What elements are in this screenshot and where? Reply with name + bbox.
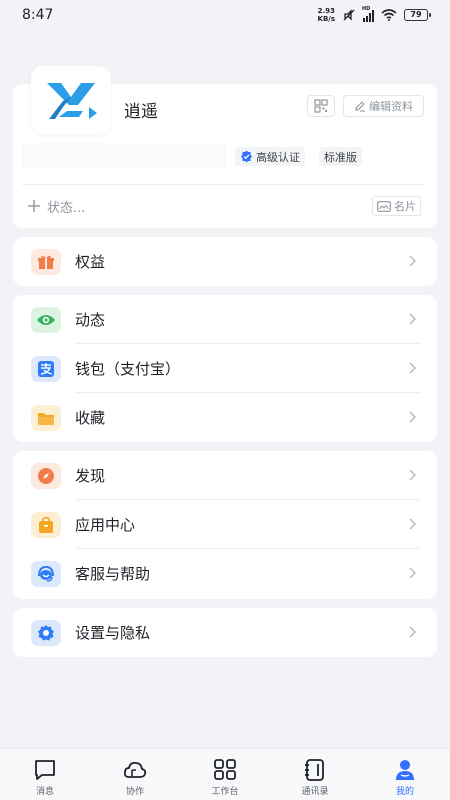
qr-code-button[interactable] [307, 95, 335, 117]
yl-logo-icon [47, 83, 97, 119]
message-icon [35, 760, 55, 780]
business-card-label: 名片 [394, 200, 416, 213]
signal-icon: HD [362, 5, 374, 22]
avatar[interactable] [31, 66, 111, 134]
business-card-button[interactable]: 名片 [372, 196, 421, 216]
menu-group-settings: 设置与隐私 [13, 608, 437, 657]
hd-label: HD [362, 5, 371, 12]
folder-icon [31, 405, 61, 431]
headset-icon [31, 561, 61, 587]
gift-icon [31, 249, 61, 275]
status-placeholder: 状态... [47, 200, 86, 216]
edition-badge[interactable]: 标准版 [319, 147, 362, 166]
nav-tab-me[interactable]: 我的 [360, 749, 450, 800]
chevron-right-icon [409, 469, 417, 481]
menu-item-wallet[interactable]: 钱包（支付宝） [13, 344, 437, 393]
nav-label: 消息 [35, 787, 54, 797]
person-icon [396, 760, 414, 780]
nav-tab-messages[interactable]: 消息 [0, 749, 90, 800]
chevron-right-icon [409, 626, 417, 638]
menu-item-discover[interactable]: 发现 [13, 451, 437, 500]
battery-indicator: 79 [404, 9, 431, 21]
menu-label: 客服与帮助 [75, 565, 151, 583]
card-icon [377, 200, 391, 212]
menu-item-help[interactable]: 客服与帮助 [13, 549, 437, 598]
pencil-icon [355, 101, 365, 112]
menu-label: 动态 [75, 311, 106, 329]
nav-label: 我的 [395, 787, 414, 797]
qr-code-icon [314, 99, 328, 113]
nav-label: 工作台 [211, 787, 239, 797]
verified-icon [241, 150, 252, 163]
wifi-icon [381, 9, 397, 21]
chevron-right-icon [409, 255, 417, 267]
chevron-right-icon [409, 567, 417, 579]
divider [22, 184, 424, 185]
certification-badge[interactable]: 高级认证 [235, 147, 305, 166]
chevron-right-icon [409, 518, 417, 530]
status-time: 8:47 [22, 7, 54, 23]
contacts-icon [305, 759, 324, 781]
masked-info [22, 143, 227, 169]
compass-icon [31, 463, 61, 489]
nav-tab-workbench[interactable]: 工作台 [180, 749, 270, 800]
menu-group-personal: 动态 钱包（支付宝） 收藏 [13, 295, 437, 442]
edit-profile-button[interactable]: 编辑资料 [343, 95, 424, 117]
nav-label: 协作 [125, 787, 144, 797]
chevron-right-icon [409, 411, 417, 423]
grid-icon [214, 759, 236, 780]
chevron-right-icon [409, 362, 417, 374]
menu-label: 收藏 [75, 409, 106, 427]
menu-label: 设置与隐私 [75, 624, 151, 642]
alipay-icon [31, 356, 61, 382]
bag-icon [31, 512, 61, 538]
status-icons: 2.93 KB/s HD 79 [317, 5, 431, 23]
menu-label: 权益 [75, 253, 106, 271]
profile-name[interactable]: 逍遥 [124, 97, 158, 122]
menu-group-discover: 发现 应用中心 客服与帮助 [13, 451, 437, 599]
network-speed: 2.93 KB/s [317, 7, 335, 23]
eye-icon [31, 307, 61, 333]
menu-label: 发现 [75, 467, 106, 485]
menu-item-settings[interactable]: 设置与隐私 [13, 608, 437, 657]
plus-icon [28, 200, 40, 212]
cloud-icon [123, 761, 147, 778]
nav-tab-collab[interactable]: 协作 [90, 749, 180, 800]
gear-icon [31, 620, 61, 646]
edit-profile-label: 编辑资料 [369, 100, 413, 113]
add-status-button[interactable]: 状态... [27, 196, 85, 216]
menu-label: 钱包（支付宝） [75, 360, 181, 378]
menu-item-app-center[interactable]: 应用中心 [13, 500, 437, 549]
menu-item-moments[interactable]: 动态 [13, 295, 437, 344]
certification-label: 高级认证 [256, 150, 300, 164]
bottom-nav: 消息 协作 工作台 通讯录 我的 [0, 748, 450, 800]
menu-group-benefits: 权益 [13, 237, 437, 286]
nav-tab-contacts[interactable]: 通讯录 [270, 749, 360, 800]
edition-label: 标准版 [324, 150, 357, 164]
menu-item-benefits[interactable]: 权益 [13, 237, 437, 286]
menu-item-favorites[interactable]: 收藏 [13, 393, 437, 442]
chevron-right-icon [409, 313, 417, 325]
silent-icon [343, 9, 355, 21]
nav-label: 通讯录 [301, 787, 329, 797]
menu-label: 应用中心 [75, 516, 136, 534]
status-bar: 8:47 2.93 KB/s HD 79 [0, 0, 450, 30]
